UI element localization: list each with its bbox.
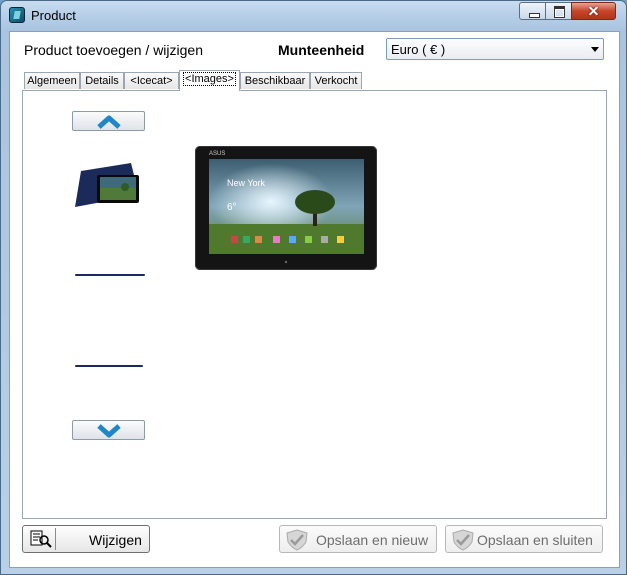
currency-label: Munteenheid: [278, 42, 365, 58]
tab-details[interactable]: Details: [80, 72, 124, 89]
scroll-down-button[interactable]: [72, 420, 145, 440]
save-and-new-label: Opslaan en nieuw: [316, 532, 429, 548]
shield-check-icon: [452, 529, 474, 551]
product-window: Product ✕ Product toevoegen / wijzigen M…: [0, 0, 627, 575]
document-search-icon: [30, 530, 52, 548]
currency-selected-value: Euro ( € ): [391, 42, 446, 57]
tab-beschikbaar[interactable]: Beschikbaar: [240, 72, 310, 89]
window-title: Product: [31, 8, 76, 23]
maximize-icon: [554, 6, 565, 18]
product-main-image[interactable]: ASUS New York 6°: [195, 146, 377, 270]
chevron-up-icon: [97, 115, 121, 129]
tab-icecat[interactable]: <Icecat>: [124, 72, 179, 89]
shield-check-icon: [286, 529, 308, 551]
tablet-front-thumbnail[interactable]: [73, 161, 143, 209]
dialog-client-area: Product toevoegen / wijzigen Munteenheid…: [9, 31, 620, 568]
tablet-edge-thumbnail[interactable]: [75, 274, 145, 276]
edit-button-label: Wijzigen: [89, 532, 142, 548]
weather-city: New York: [227, 178, 266, 188]
brand-label: ASUS: [209, 151, 225, 157]
minimize-button[interactable]: [519, 2, 546, 20]
currency-select[interactable]: Euro ( € ): [386, 38, 604, 60]
edit-button[interactable]: Wijzigen: [22, 525, 150, 553]
maximize-button[interactable]: [545, 2, 572, 20]
minimize-icon: [529, 13, 540, 18]
close-button[interactable]: ✕: [571, 2, 616, 20]
edit-icon-area: [25, 528, 56, 550]
save-and-close-label: Opslaan en sluiten: [477, 532, 593, 548]
tablet-edge-thumbnail-2[interactable]: [75, 365, 143, 367]
close-icon: ✕: [587, 3, 600, 19]
tab-algemeen[interactable]: Algemeen: [24, 72, 80, 89]
save-and-close-button[interactable]: Opslaan en sluiten: [445, 525, 603, 553]
scroll-up-button[interactable]: [72, 111, 145, 131]
tab-verkocht[interactable]: Verkocht: [310, 72, 362, 89]
product-app-icon: [9, 7, 25, 23]
chevron-down-icon: [97, 424, 121, 438]
page-title: Product toevoegen / wijzigen: [24, 42, 203, 58]
title-bar[interactable]: Product ✕: [1, 1, 626, 29]
weather-temperature: 6°: [227, 202, 237, 213]
save-and-new-button[interactable]: Opslaan en nieuw: [279, 525, 437, 553]
tab-images[interactable]: <Images>: [179, 70, 240, 91]
chevron-down-icon: [591, 47, 599, 52]
images-tab-panel: ASUS New York 6°: [22, 90, 607, 519]
